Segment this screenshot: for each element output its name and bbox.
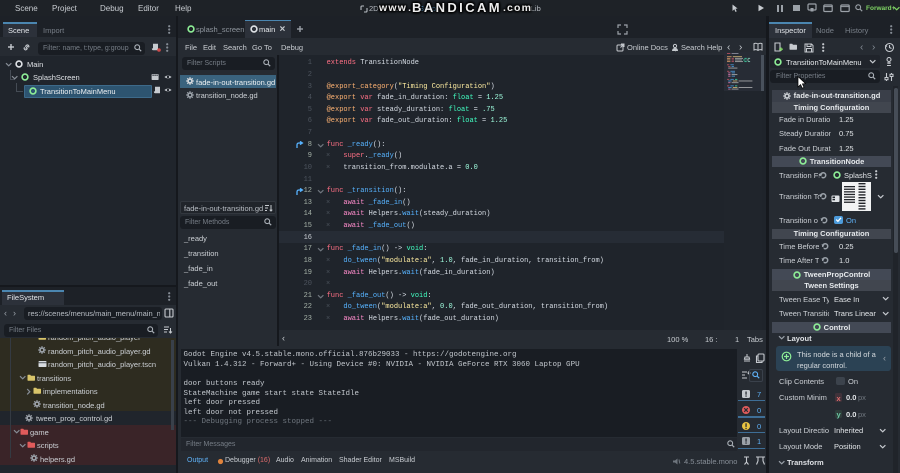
svg-text:?: ? [674, 47, 677, 51]
